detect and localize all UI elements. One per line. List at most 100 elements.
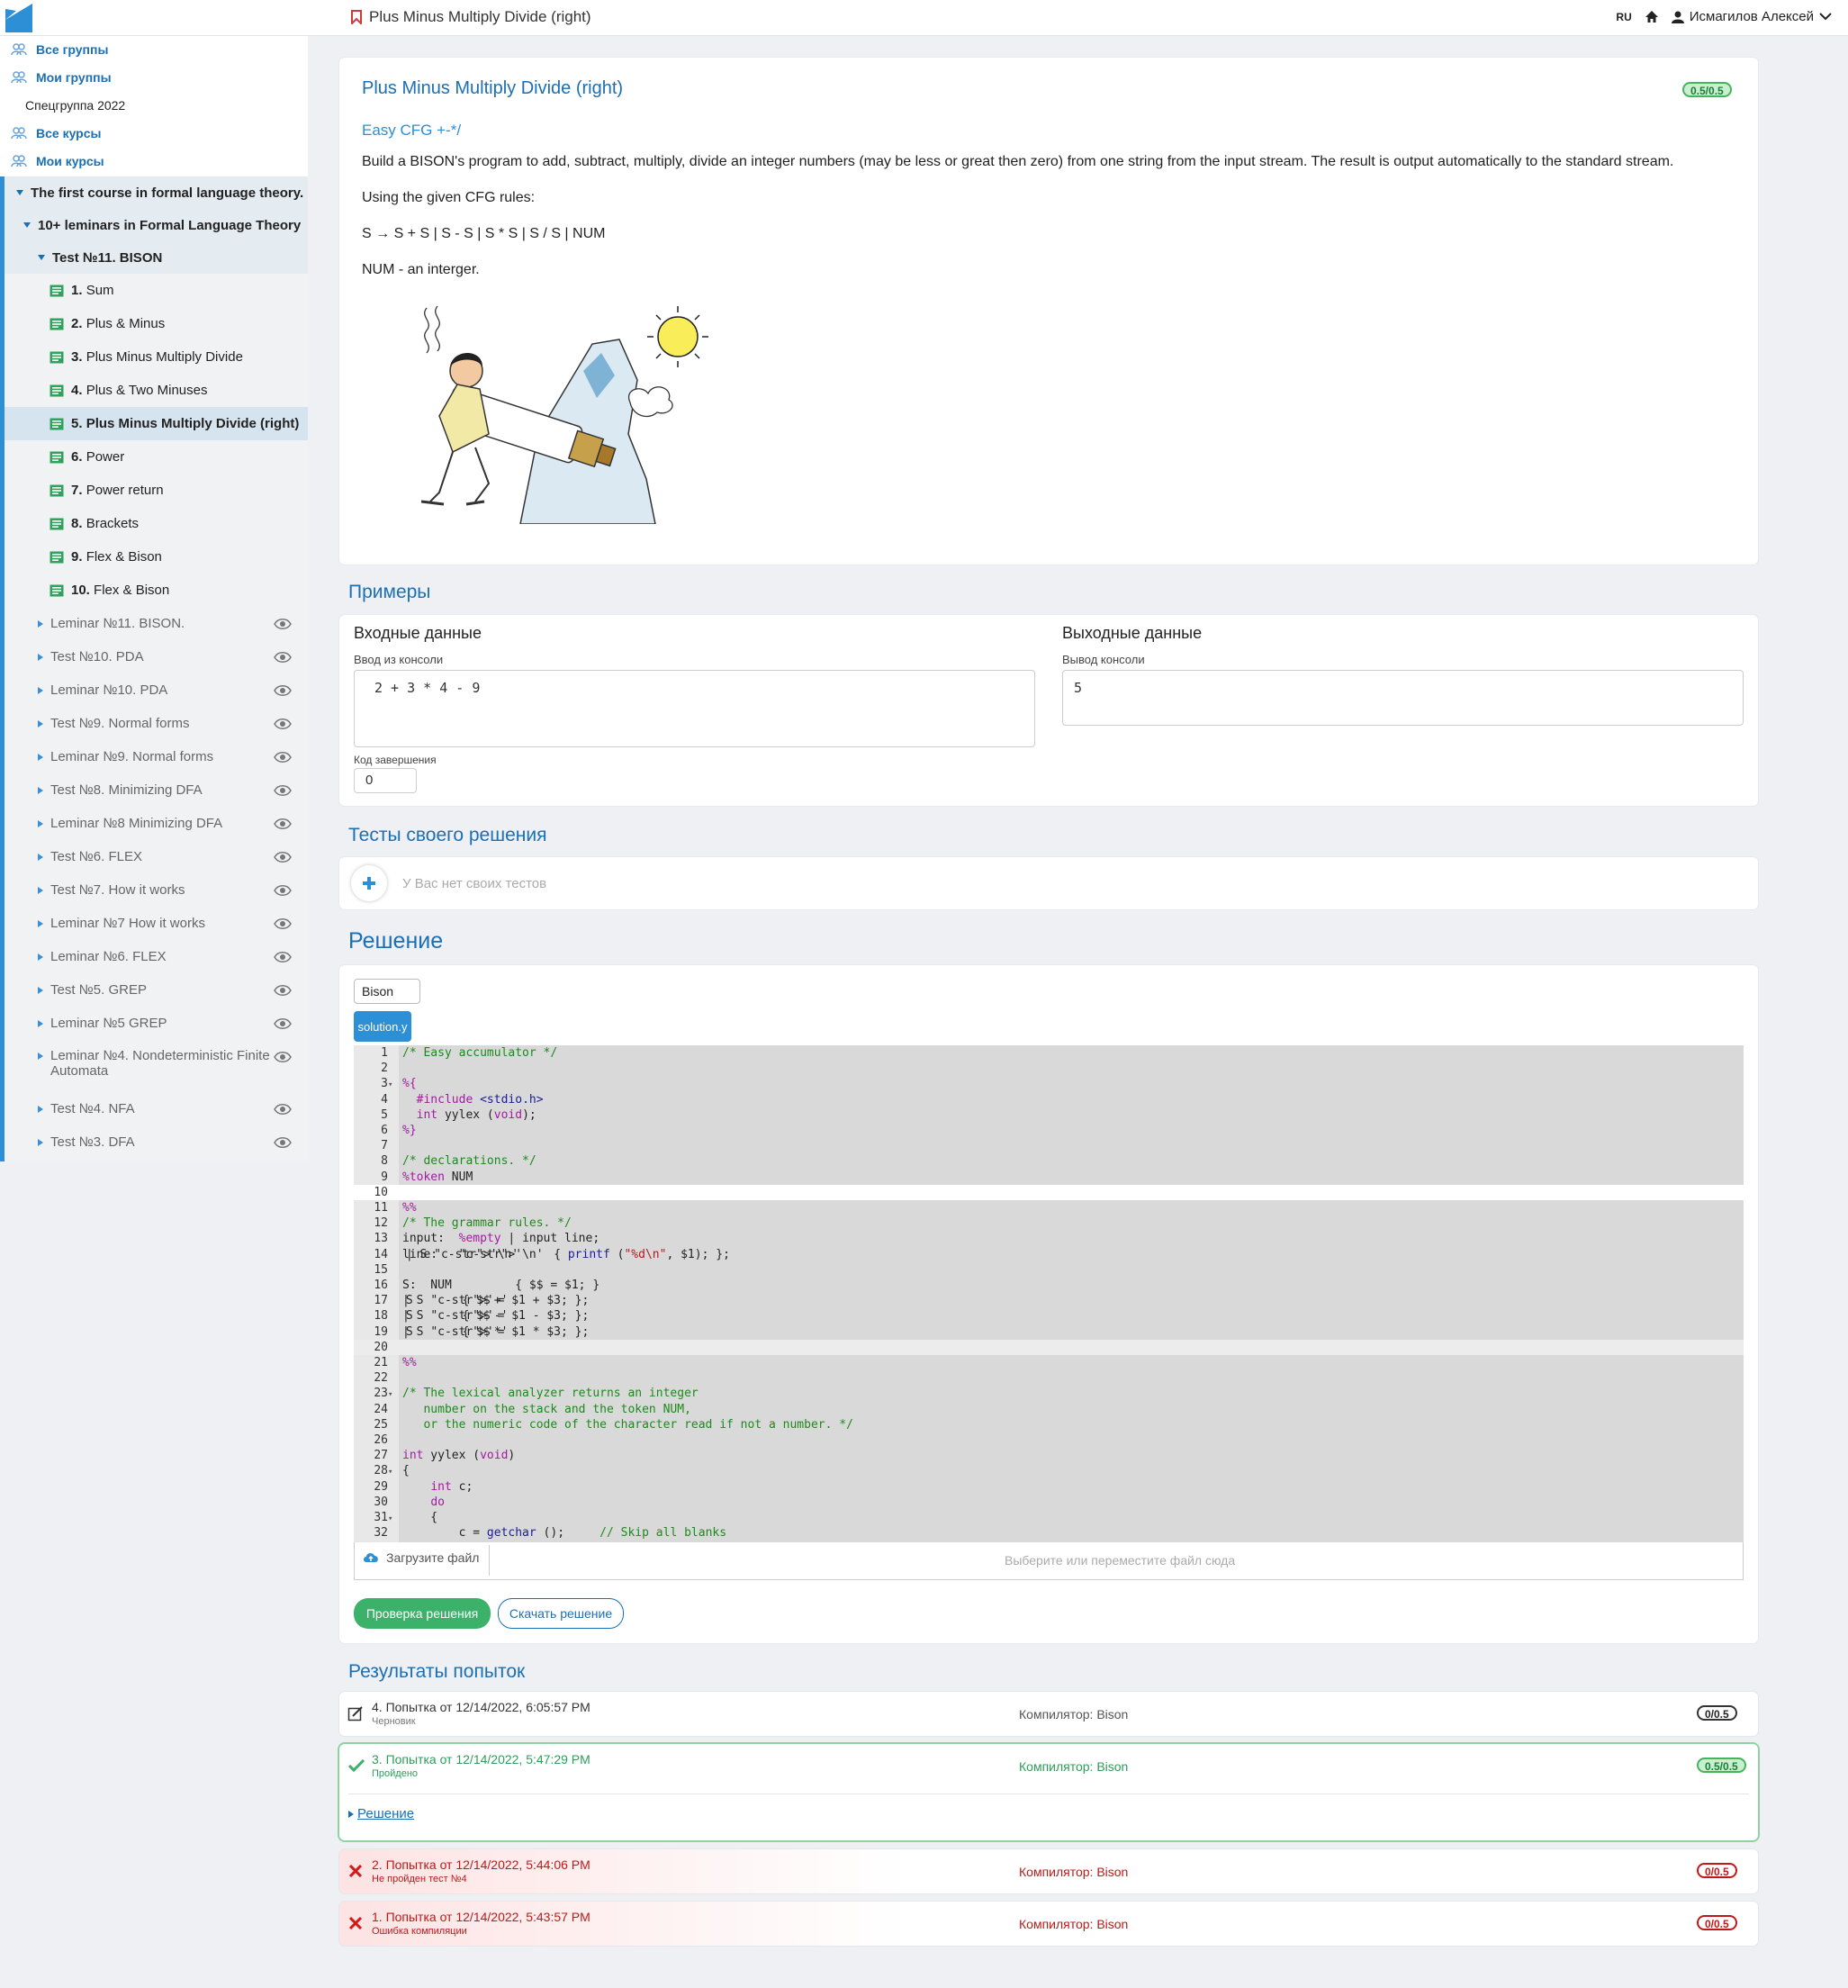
code-line[interactable]: 7 [354,1138,1744,1153]
eye-icon[interactable] [274,618,292,630]
sidebar-module-item[interactable]: Leminar №10. PDA [0,673,308,707]
sidebar-my-groups[interactable]: Мои группы [0,64,112,91]
attempt-row-2[interactable]: 2. Попытка от 12/14/2022, 5:44:06 PM Не … [339,1849,1758,1893]
code-line[interactable]: 20 [354,1339,1744,1355]
sidebar-module-item[interactable]: Test №4. NFA [0,1092,308,1125]
tree-test[interactable]: Test №11. BISON [0,241,308,274]
code-line[interactable]: 1 /* Easy accumulator */ [354,1045,1744,1061]
eye-icon[interactable] [274,684,292,697]
sidebar-task-item[interactable]: 1. Sum [5,274,308,307]
eye-icon[interactable] [274,1017,292,1030]
sidebar-module-item[interactable]: Test №3. DFA [0,1125,308,1159]
code-line[interactable]: 14 line: "c-str">'\n' | S "c-str">'\n' { … [354,1247,1744,1262]
code-line[interactable]: 30 do [354,1495,1744,1510]
code-line[interactable]: 22 [354,1370,1744,1386]
sidebar-all-courses[interactable]: Все курсы [0,120,101,147]
tree-module[interactable]: 10+ leminars in Formal Language Theory [0,209,308,241]
bookmark-icon[interactable] [351,10,362,24]
code-line[interactable]: 8 /* declarations. */ [354,1153,1744,1169]
file-drop-zone[interactable]: Выберите или переместите файл сюда [1005,1553,1235,1568]
language-select[interactable]: Bison [354,979,420,1004]
attempt-solution-link[interactable]: Решение [357,1806,414,1821]
sidebar-module-item[interactable]: Leminar №9. Normal forms [0,740,308,773]
code-line[interactable]: 11%% [354,1200,1744,1215]
sidebar-module-item[interactable]: Test №8. Minimizing DFA [0,773,308,807]
code-line[interactable]: 19 | S "c-str">'*' S { $$ = $1 * $3; }; [354,1324,1744,1340]
code-line[interactable]: 26 [354,1432,1744,1448]
code-line[interactable]: 10 [354,1184,1744,1200]
eye-icon[interactable] [274,917,292,930]
code-editor[interactable]: 1 /* Easy accumulator */ 2 3▾ %{4 #include <… [354,1045,1744,1542]
sidebar-task-item[interactable]: 6. Power [5,440,308,474]
sidebar-module-item[interactable]: Leminar №11. BISON. [0,607,308,640]
sidebar-all-groups[interactable]: Все группы [0,36,108,63]
sidebar-module-item[interactable]: Test №9. Normal forms [0,707,308,740]
code-line[interactable]: 32 c = getchar (); // Skip all blanks [354,1525,1744,1541]
tree-course[interactable]: The first course in formal language theo… [0,176,308,209]
upload-file-button[interactable]: Загрузите файл [363,1550,479,1565]
eye-icon[interactable] [274,851,292,863]
sidebar-module-item[interactable]: Leminar №6. FLEX [0,940,308,973]
home-icon[interactable] [1645,10,1659,23]
code-line[interactable]: 5 int yylex (void); [354,1107,1744,1123]
sidebar-module-item[interactable]: Leminar №4. Nondeterministic Finite Autom… [0,1040,308,1092]
sidebar-task-item[interactable]: 5. Plus Minus Multiply Divide (right) [5,407,308,440]
code-line[interactable]: 17 | S "c-str">'+' S { $$ = $1 + $3; }; [354,1293,1744,1308]
input-example-box[interactable]: 2 + 3 * 4 - 9 [354,670,1035,747]
sidebar-group-item[interactable]: Спецгруппа 2022 [0,92,125,119]
code-line[interactable]: 15 [354,1262,1744,1278]
code-line[interactable]: 13 input: %empty | input line; [354,1231,1744,1246]
language-switch[interactable]: RU [1616,11,1631,23]
sidebar-module-item[interactable]: Test №6. FLEX [0,840,308,873]
download-solution-button[interactable]: Скачать решение [498,1598,624,1629]
attempt-row-1[interactable]: 1. Попытка от 12/14/2022, 5:43:57 PM Оши… [339,1902,1758,1946]
eye-icon[interactable] [274,751,292,764]
sidebar-task-item[interactable]: 4. Plus & Two Minuses [5,374,308,407]
exit-code-box[interactable]: 0 [354,768,417,793]
code-line[interactable]: 29 int c; [354,1479,1744,1495]
code-line[interactable]: 12 /* The grammar rules. */ [354,1215,1744,1231]
sidebar-task-item[interactable]: 2. Plus & Minus [5,307,308,340]
code-line[interactable]: 16 S: NUM { $$ = $1; } [354,1278,1744,1293]
output-example-box[interactable]: 5 [1062,670,1744,726]
attempt-solution-toggle[interactable]: Решение [348,1806,414,1821]
code-line[interactable]: 4 #include <stdio.h> [354,1092,1744,1107]
eye-icon[interactable] [274,1051,292,1063]
check-solution-button[interactable]: Проверка решения [354,1598,491,1629]
sidebar-task-item[interactable]: 3. Plus Minus Multiply Divide [5,340,308,374]
file-tab[interactable]: solution.y [354,1011,411,1042]
code-line[interactable]: 2 [354,1061,1744,1076]
eye-icon[interactable] [274,818,292,830]
sidebar-module-item[interactable]: Test №7. How it works [0,873,308,907]
code-line[interactable]: 18 | S "c-str">'-' S { $$ = $1 - $3; }; [354,1308,1744,1324]
code-line[interactable]: 24 number on the stack and the token NUM… [354,1402,1744,1417]
eye-icon[interactable] [274,718,292,730]
sidebar-module-item[interactable]: Leminar №5 GREP [0,1007,308,1040]
app-logo[interactable] [4,2,34,34]
sidebar-module-item[interactable]: Leminar №7 How it works [0,907,308,940]
code-line[interactable]: 27 int yylex (void) [354,1448,1744,1463]
attempt-row-3[interactable]: 3. Попытка от 12/14/2022, 5:47:29 PM Про… [339,1744,1758,1840]
eye-icon[interactable] [274,784,292,797]
user-menu[interactable]: Исмагилов Алексей [1671,9,1832,24]
sidebar-module-item[interactable]: Test №5. GREP [0,973,308,1007]
eye-icon[interactable] [274,951,292,963]
eye-icon[interactable] [274,1103,292,1116]
add-test-button[interactable] [351,865,387,901]
sidebar-task-item[interactable]: 8. Brackets [5,507,308,540]
code-line[interactable]: 21%% [354,1355,1744,1370]
sidebar-module-item[interactable]: Leminar №8 Minimizing DFA [0,807,308,840]
eye-icon[interactable] [274,984,292,997]
code-line[interactable]: 31▾ { [354,1510,1744,1525]
sidebar-module-item[interactable]: Test №10. PDA [0,640,308,673]
code-line[interactable]: 23▾/* The lexical analyzer returns an in… [354,1386,1744,1401]
code-line[interactable]: 25 or the numeric code of the character … [354,1417,1744,1432]
sidebar-task-item[interactable]: 10. Flex & Bison [5,574,308,607]
code-line[interactable]: 3▾ %{ [354,1076,1744,1091]
code-line[interactable]: 6%} [354,1123,1744,1138]
eye-icon[interactable] [274,651,292,664]
eye-icon[interactable] [274,1136,292,1149]
sidebar-my-courses[interactable]: Мои курсы [0,148,104,175]
sidebar-task-item[interactable]: 7. Power return [5,474,308,507]
eye-icon[interactable] [274,884,292,897]
